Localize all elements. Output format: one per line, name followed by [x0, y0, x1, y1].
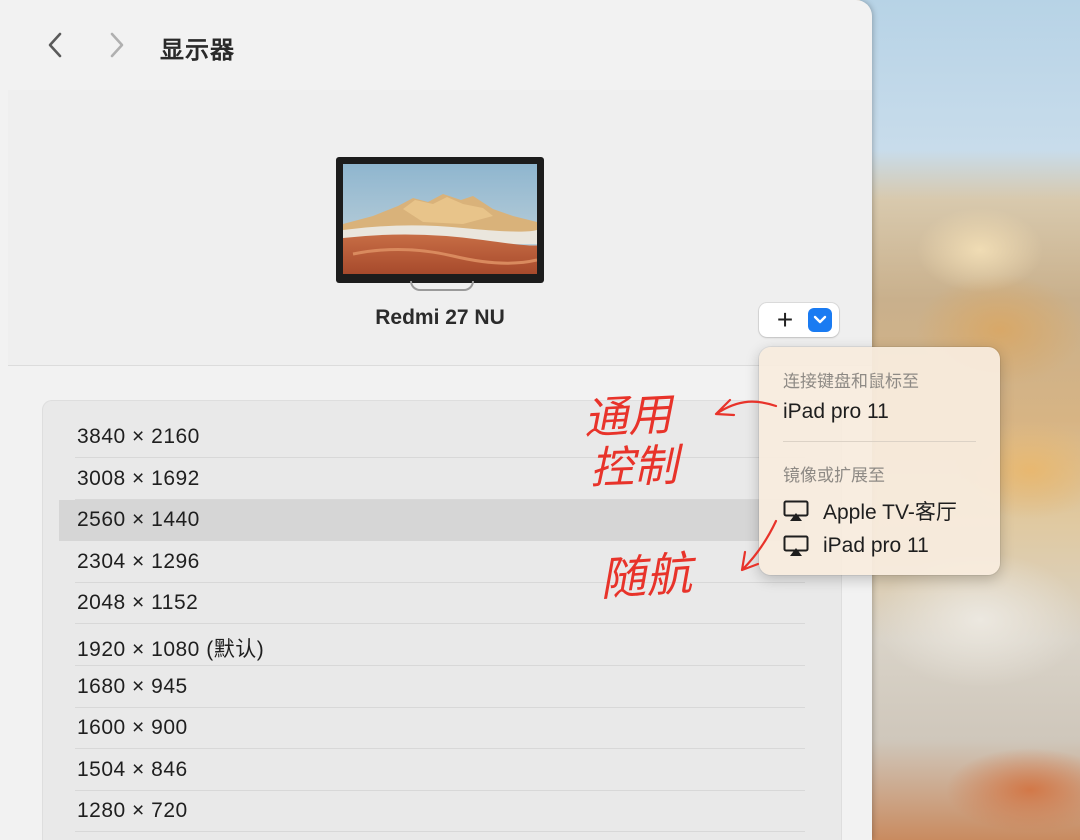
resolution-option[interactable]: 2048 × 1152 — [59, 583, 805, 625]
monitor-wallpaper-preview — [343, 164, 537, 274]
dropdown-button[interactable] — [808, 308, 832, 332]
airplay-icon — [783, 500, 809, 521]
menu-item-universal-control-ipad[interactable]: iPad pro 11 — [783, 400, 889, 424]
monitor-stand — [410, 281, 474, 291]
resolution-label: 1504 × 846 — [77, 757, 188, 781]
resolution-label: 2048 × 1152 — [77, 591, 199, 615]
resolution-label: 1680 × 945 — [77, 674, 188, 698]
resolution-label: 2304 × 1296 — [77, 549, 200, 573]
chevron-down-icon — [813, 315, 827, 324]
resolution-label: 1920 × 1080 (默认) — [77, 638, 265, 661]
resolution-option[interactable]: 3008 × 1692 — [59, 459, 805, 500]
resolution-label: 1280 × 720 — [77, 799, 188, 823]
forward-button[interactable] — [102, 28, 132, 62]
resolution-option[interactable]: 2304 × 1296 — [59, 542, 805, 583]
menu-item-label: iPad pro 11 — [823, 534, 929, 557]
chevron-left-icon — [48, 32, 62, 58]
resolution-label: 3008 × 1692 — [77, 466, 200, 490]
monitor-thumbnail[interactable] — [336, 157, 544, 291]
menu-divider — [783, 441, 976, 442]
display-name: Redmi 27 NU — [375, 306, 505, 329]
resolution-label: 2560 × 1440 — [77, 508, 200, 532]
chevron-right-icon — [110, 32, 124, 58]
resolution-option[interactable]: 2560 × 1440 — [59, 500, 805, 542]
page-title: 显示器 — [160, 37, 235, 64]
display-add-menu: 连接键盘和鼠标至 iPad pro 11 镜像或扩展至 Apple TV-客厅 … — [759, 347, 1000, 575]
menu-section-header-keyboard-mouse: 连接键盘和鼠标至 — [783, 372, 919, 391]
resolution-label: 1600 × 900 — [77, 716, 188, 740]
resolution-option[interactable]: 1280 × 720 — [59, 791, 805, 833]
resolution-option[interactable]: 1600 × 900 — [59, 708, 805, 750]
toolbar: 显示器 — [0, 0, 872, 90]
back-button[interactable] — [40, 28, 70, 62]
resolution-option[interactable]: 3840 × 2160 — [59, 417, 805, 458]
display-arrangement: Redmi 27 NU + — [8, 90, 872, 366]
add-button[interactable]: + — [759, 303, 811, 337]
menu-item-label: Apple TV-客厅 — [823, 501, 957, 524]
row-separator — [75, 831, 805, 833]
resolution-option[interactable]: 1680 × 945 — [59, 667, 805, 708]
menu-item-apple-tv[interactable]: Apple TV-客厅 — [783, 496, 957, 526]
settings-window: 显示器 Redmi 27 NU + 3840 × 2160 3008 × 169… — [0, 0, 872, 840]
airplay-icon — [783, 535, 809, 556]
resolution-option[interactable]: 1920 × 1080 (默认) — [59, 625, 805, 666]
resolution-option[interactable]: 1504 × 846 — [59, 750, 805, 791]
menu-section-header-mirror-extend: 镜像或扩展至 — [783, 466, 885, 485]
add-display-control[interactable]: + — [759, 303, 839, 337]
menu-item-sidecar-ipad[interactable]: iPad pro 11 — [783, 534, 929, 558]
resolution-label: 3840 × 2160 — [77, 425, 200, 448]
resolution-list: 3840 × 2160 3008 × 1692 2560 × 1440 2304 × … — [42, 400, 842, 840]
